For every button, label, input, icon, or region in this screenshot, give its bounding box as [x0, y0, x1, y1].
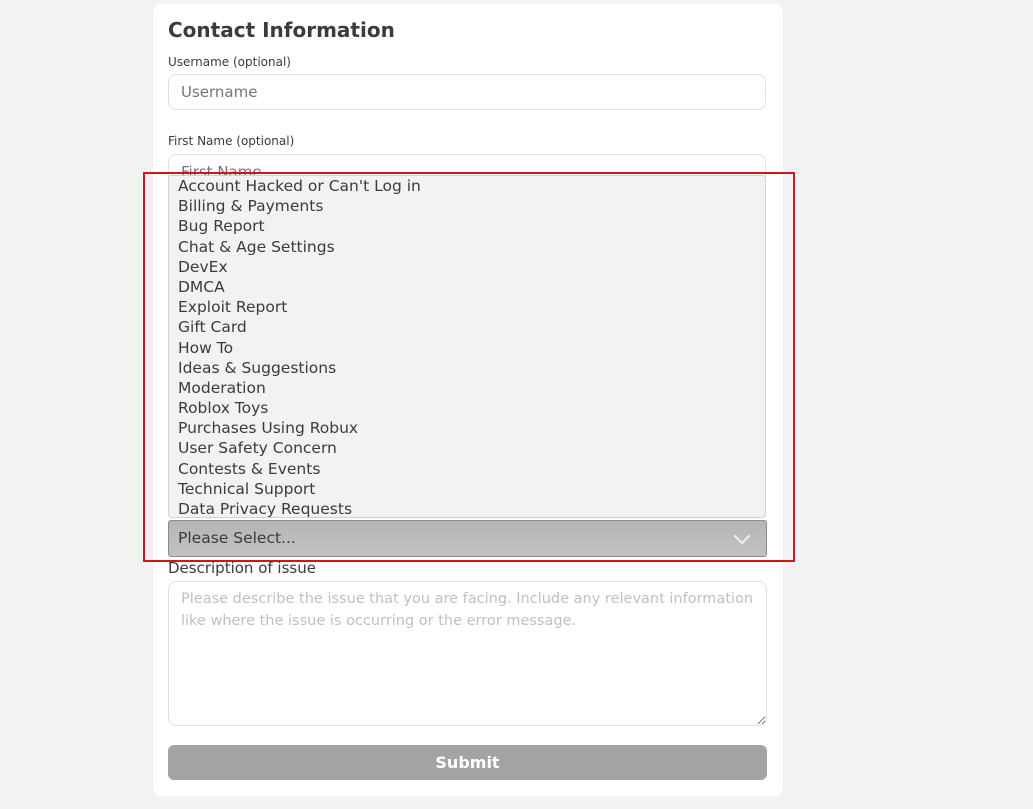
highlight-box [143, 172, 795, 562]
description-label: Description of issue [168, 559, 316, 577]
first-name-label: First Name (optional) [168, 134, 295, 148]
username-label: Username (optional) [168, 55, 291, 69]
description-textarea[interactable] [168, 581, 767, 726]
submit-button[interactable]: Submit [168, 745, 767, 780]
page-title: Contact Information [168, 18, 395, 42]
username-input[interactable] [168, 74, 766, 110]
